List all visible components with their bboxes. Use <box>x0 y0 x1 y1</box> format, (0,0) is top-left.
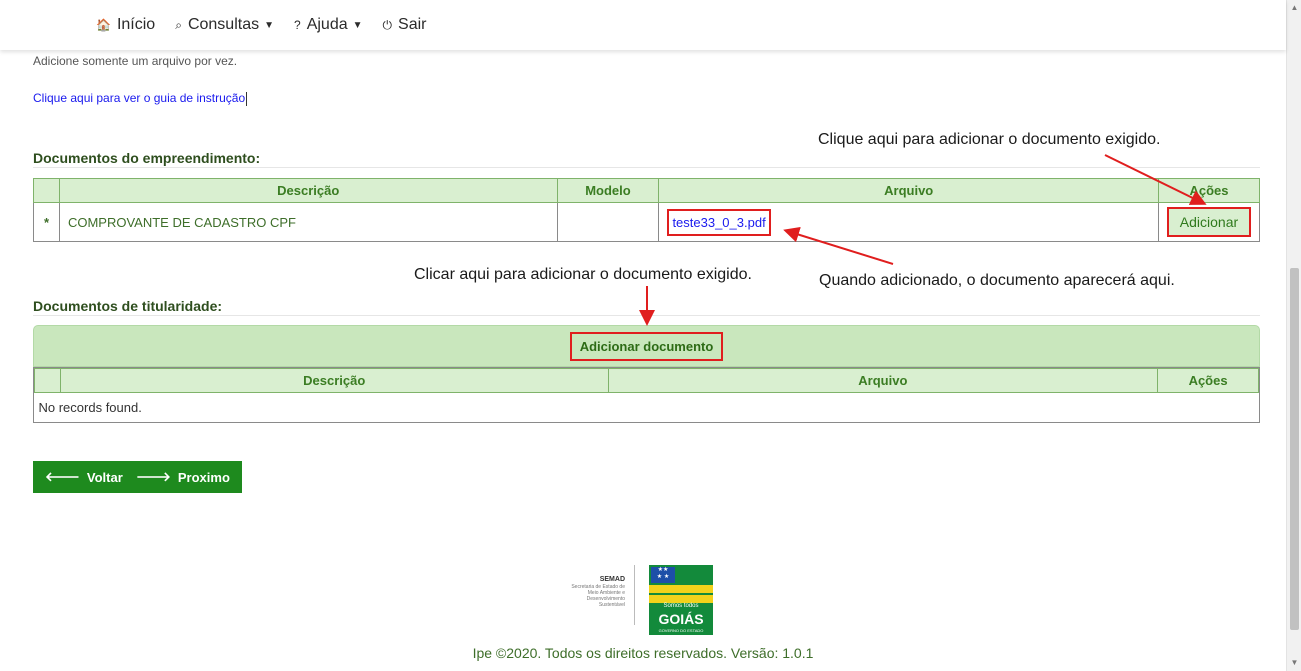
arrow-right-icon: 🡒 <box>136 469 171 484</box>
table-row: No records found. <box>35 393 1259 422</box>
semad-logo: SEMAD Secretaria de Estado de Meio Ambie… <box>563 575 625 608</box>
nav-ajuda[interactable]: ? Ajuda ▼ <box>294 16 363 34</box>
voltar-button[interactable]: 🡐 Voltar <box>33 461 135 493</box>
empreendimento-table: Descrição Modelo Arquivo Ações * COMPROV… <box>33 178 1261 242</box>
goias-name: GOIÁS <box>658 611 704 627</box>
goias-tagline: Somos todos <box>663 603 699 609</box>
semad-subtitle: Secretaria de Estado de Meio Ambiente e … <box>571 584 625 608</box>
caret-down-icon: ▼ <box>264 19 274 31</box>
header-modelo: Modelo <box>556 178 660 203</box>
logo-stripe <box>649 595 713 603</box>
text-cursor <box>246 91 248 106</box>
add-document-bar: Adicionar documento <box>33 325 1260 367</box>
home-icon: 🏠 <box>96 18 111 32</box>
header-indicator <box>34 368 61 393</box>
section-divider <box>33 315 1260 316</box>
top-navbar: 🏠 Início ⌕ Consultas ▼ ? Ajuda ▼ ⏻ Sair <box>0 0 1286 50</box>
adicionar-documento-button[interactable]: Adicionar documento <box>569 331 724 361</box>
goias-logo: ★★ ★ ★ Somos todos GOIÁS GOVERNO DO ESTAD… <box>649 565 713 635</box>
flag-icon: ★★ ★ ★ <box>651 567 675 583</box>
goias-subtitle: GOVERNO DO ESTADO <box>658 628 704 633</box>
header-arquivo: Arquivo <box>658 178 1159 203</box>
search-icon: ⌕ <box>175 17 182 32</box>
nav-inicio-label: Início <box>116 16 156 33</box>
proximo-label: Proximo <box>177 469 230 485</box>
caret-down-icon: ▼ <box>352 19 363 31</box>
empty-message: No records found. <box>38 399 142 415</box>
annotation-click-add: Clicar aqui para adicionar o documento e… <box>414 266 752 283</box>
vertical-scrollbar[interactable]: ▲ ▼ <box>1286 0 1301 671</box>
power-icon: ⏻ <box>382 17 393 32</box>
guide-link-label: Clique aqui para ver o guia de instrução <box>33 91 246 105</box>
scroll-up-icon[interactable]: ▲ <box>1287 3 1301 12</box>
titularidade-table: Descrição Arquivo Ações No records found… <box>33 367 1260 423</box>
logo-stripe <box>649 585 713 593</box>
scrollbar-thumb[interactable] <box>1290 268 1299 630</box>
annotation-document-appears: Quando adicionado, o documento aparecerá… <box>819 272 1175 289</box>
proximo-button[interactable]: 🡒 Proximo <box>124 461 242 493</box>
file-highlight: teste33_0_3.pdf <box>667 208 771 236</box>
header-acoes: Ações <box>1157 368 1259 393</box>
file-link[interactable]: teste33_0_3.pdf <box>672 215 765 230</box>
voltar-label: Voltar <box>86 469 123 485</box>
required-marker: * <box>33 202 60 242</box>
adicionar-button[interactable]: Adicionar <box>1166 207 1252 237</box>
copyright-text: Ipe ©2020. Todos os direitos reservados.… <box>472 645 814 661</box>
arrow-left-icon: 🡐 <box>45 469 80 484</box>
nav-sair[interactable]: ⏻ Sair <box>383 16 427 34</box>
cell-arquivo: teste33_0_3.pdf <box>658 202 1159 242</box>
scroll-down-icon[interactable]: ▼ <box>1287 658 1301 667</box>
nav-inicio[interactable]: 🏠 Início <box>96 16 155 34</box>
footer-logos: SEMAD Secretaria de Estado de Meio Ambie… <box>563 563 723 637</box>
header-descricao: Descrição <box>59 368 609 393</box>
single-file-note: Adicione somente um arquivo por vez. <box>33 54 238 68</box>
nav-ajuda-label: Ajuda <box>306 16 348 33</box>
header-acoes: Ações <box>1157 178 1261 203</box>
header-descricao: Descrição <box>58 178 558 203</box>
section-title-titularidade: Documentos de titularidade: <box>33 298 223 314</box>
semad-title: SEMAD <box>599 576 625 583</box>
logo-divider <box>634 565 635 625</box>
nav-sair-label: Sair <box>398 16 427 33</box>
help-icon: ? <box>294 18 301 32</box>
section-divider <box>33 167 1260 168</box>
cell-modelo <box>556 202 660 242</box>
cell-acoes: Adicionar <box>1157 202 1261 242</box>
nav-consultas[interactable]: ⌕ Consultas ▼ <box>175 16 274 34</box>
section-title-empreendimento: Documentos do empreendimento: <box>33 150 261 166</box>
table-row: * COMPROVANTE DE CADASTRO CPF teste33_0_… <box>33 202 1261 242</box>
header-indicator <box>33 178 60 203</box>
nav-consultas-label: Consultas <box>187 16 260 33</box>
guide-link[interactable]: Clique aqui para ver o guia de instrução <box>33 91 248 106</box>
header-arquivo: Arquivo <box>607 368 1159 393</box>
annotation-add-required: Clique aqui para adicionar o documento e… <box>818 131 1161 148</box>
cell-descricao: COMPROVANTE DE CADASTRO CPF <box>58 202 558 242</box>
